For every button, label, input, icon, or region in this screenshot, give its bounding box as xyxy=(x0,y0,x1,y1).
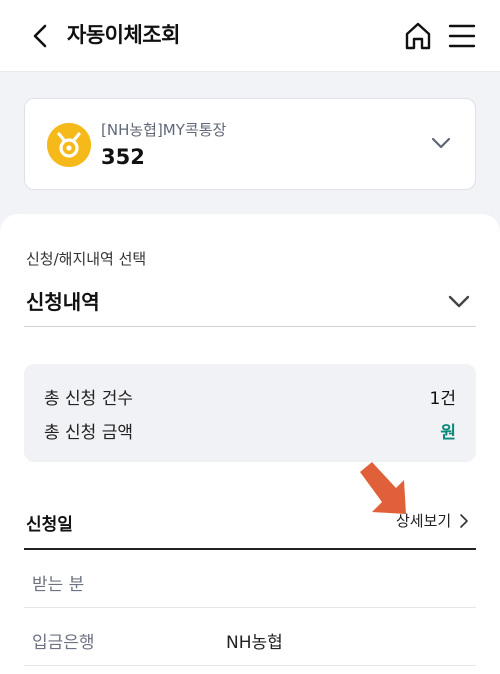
total-amount-label: 총 신청 금액 xyxy=(44,423,134,443)
account-selector[interactable]: [NH농협]MY콕통장 352 xyxy=(24,98,476,190)
hamburger-menu-icon xyxy=(448,24,476,48)
total-count-label: 총 신청 건수 xyxy=(44,389,134,409)
deposit-bank-label: 입금은행 xyxy=(32,633,95,653)
content-sheet: 신청/해지내역 선택 신청내역 총 신청 건수 1건 총 신청 금액 원 신청일… xyxy=(0,214,500,674)
page-title: 자동이체조회 xyxy=(67,23,180,47)
list-item: 입금은행 NH농협 xyxy=(24,608,476,666)
list-item: 받는 분 xyxy=(24,550,476,608)
chevron-left-icon xyxy=(33,24,47,48)
filter-select[interactable]: 신청내역 xyxy=(26,286,100,315)
account-name: [NH농협]MY콕통장 xyxy=(101,121,227,139)
filter-dropdown-button[interactable] xyxy=(444,286,474,316)
app-header: 자동이체조회 xyxy=(0,0,500,72)
account-number: 352 xyxy=(101,145,145,169)
recipient-label: 받는 분 xyxy=(32,575,85,595)
menu-button[interactable] xyxy=(448,22,476,50)
total-count-value: 1건 xyxy=(429,389,456,409)
deposit-bank-value: NH농협 xyxy=(226,633,283,653)
account-dropdown-button[interactable] xyxy=(427,129,455,157)
filter-underline xyxy=(24,326,476,327)
chevron-right-icon xyxy=(460,513,469,528)
total-amount-value: 원 xyxy=(440,423,456,443)
back-button[interactable] xyxy=(26,20,56,52)
home-button[interactable] xyxy=(403,20,433,52)
nh-bank-logo-icon xyxy=(47,123,91,167)
chevron-down-icon xyxy=(431,137,451,149)
filter-label: 신청/해지내역 선택 xyxy=(26,250,147,268)
chevron-down-icon xyxy=(448,295,470,308)
summary-box: 총 신청 건수 1건 총 신청 금액 원 xyxy=(24,364,476,462)
view-details-label: 상세보기 xyxy=(396,512,452,530)
apply-date-header: 신청일 xyxy=(26,515,73,535)
view-details-link[interactable]: 상세보기 xyxy=(396,510,471,531)
home-icon xyxy=(405,22,431,50)
